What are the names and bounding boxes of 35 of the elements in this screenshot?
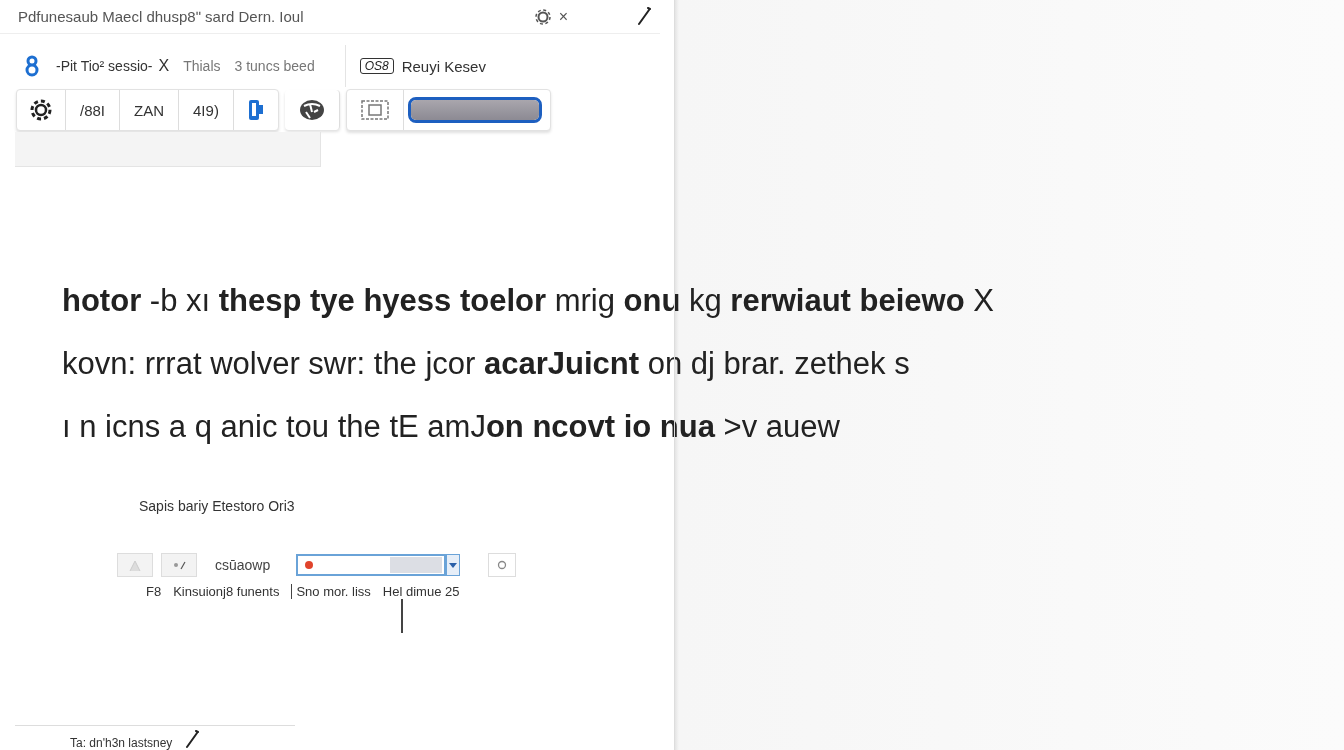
phone-icon <box>246 98 265 122</box>
tag-badge: OS8 <box>359 58 394 74</box>
tab[interactable]: 3 tuncs beed <box>230 55 319 77</box>
input-field[interactable] <box>296 554 447 576</box>
pen-icon <box>184 730 201 750</box>
text-line: kovn: rrrat wolver swr: the jcor acarJuicnt on dj brar. zethek s <box>62 345 911 383</box>
control-label: csūaowp <box>215 557 271 573</box>
frame-icon <box>359 98 390 122</box>
footer-text: Ta: dn'h3n lastsney <box>70 736 173 750</box>
toolbar-button[interactable]: 4I9) <box>179 90 234 130</box>
tab[interactable]: -Pit Tio² sessio- X <box>52 54 174 78</box>
circle-icon <box>497 560 508 570</box>
tab-close-button[interactable]: X <box>158 57 170 75</box>
gear-icon <box>30 99 52 121</box>
user-name: Reuyi Kesev <box>401 57 486 75</box>
record-icon <box>304 560 315 570</box>
text-line: ı n icns a q anic tou the tE amJon ncovt io nua >v auew <box>62 408 841 446</box>
globe-icon <box>297 98 326 122</box>
status-text: Kinsuionj8 funents <box>173 584 280 599</box>
option-button[interactable] <box>488 553 517 577</box>
toolbar-button[interactable]: /88I <box>66 90 121 130</box>
caret-icon <box>449 561 458 569</box>
window-title: Pdfunesaub Maecl dhusp8ʺ sard Dern. Ioul <box>18 8 305 25</box>
toolbar-button[interactable]: ZAN <box>120 90 180 130</box>
status-text: F8 <box>146 584 162 599</box>
status-text: Hel dimue 25 <box>382 584 460 599</box>
dropdown-button[interactable] <box>446 554 461 576</box>
text-line: hotor -b xı thesp tye hyess toelor mrig onu kg rerwiaut beiewo X <box>62 282 995 320</box>
close-button[interactable]: × <box>554 7 572 26</box>
app-icon <box>24 55 40 77</box>
settings-icon <box>534 8 551 25</box>
tab[interactable]: Thials <box>179 55 225 77</box>
pen-icon <box>636 6 652 27</box>
caption: Sapis bariy Etestoro Ori3 <box>139 498 296 514</box>
status-text: Sno mor. liss <box>291 584 371 599</box>
